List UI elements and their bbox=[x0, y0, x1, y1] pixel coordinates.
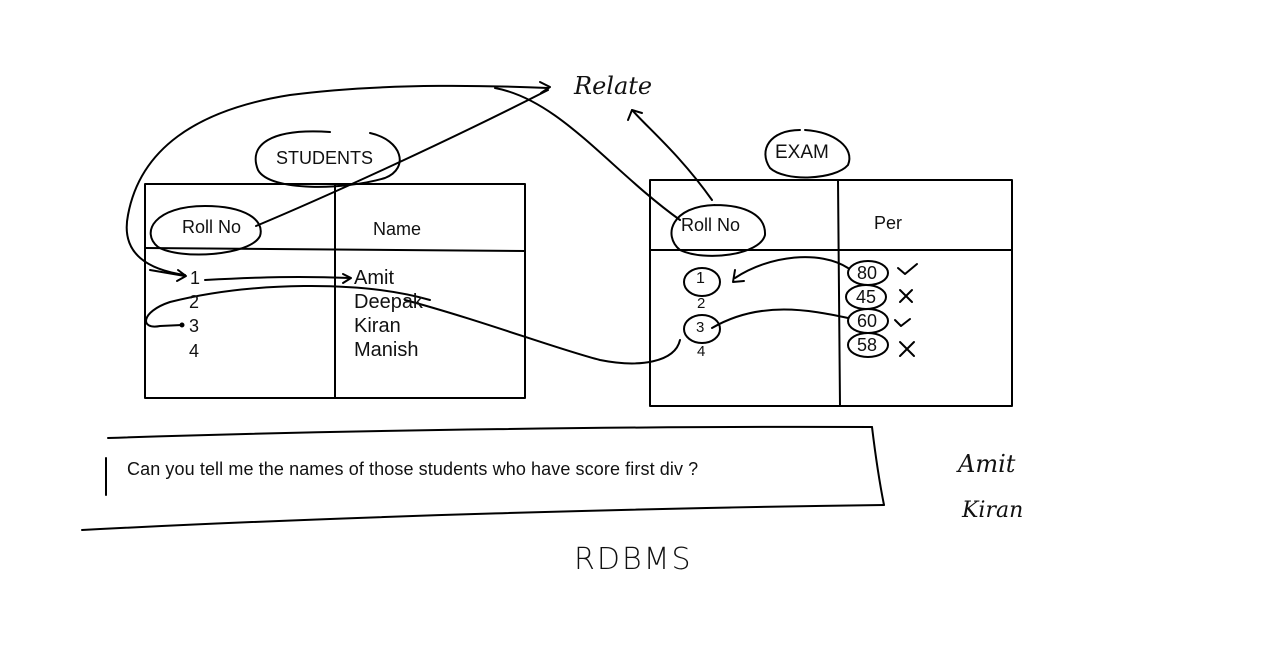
exam-per-3: 60 bbox=[857, 311, 878, 331]
exam-title: EXAM bbox=[775, 142, 829, 163]
exam-table-border bbox=[649, 179, 1013, 407]
students-title: STUDENTS bbox=[276, 148, 374, 168]
question-top-line bbox=[107, 425, 873, 439]
students-roll-2: 2 bbox=[189, 292, 200, 312]
exam-per-4: 58 bbox=[857, 335, 878, 355]
roll3-to-per60-curve bbox=[711, 308, 849, 329]
exam-roll-1: 1 bbox=[696, 270, 705, 287]
exam-header-per: Per bbox=[874, 213, 903, 233]
question-right-edge bbox=[871, 426, 885, 506]
deepak-to-exam-curve bbox=[404, 299, 681, 365]
exam-per-2: 45 bbox=[856, 287, 877, 307]
roll1-to-amit-line bbox=[204, 275, 351, 281]
student-name-1: Amit bbox=[354, 267, 394, 289]
exam-header-rollno: Roll No bbox=[681, 215, 741, 235]
relate-label: Relate bbox=[574, 72, 653, 100]
exam-mark-4: ✗ bbox=[1040, 0, 1041, 1]
exam-roll-2: 2 bbox=[697, 295, 706, 312]
roll3-dot bbox=[179, 322, 185, 328]
exam-column-divider bbox=[837, 179, 841, 407]
check-mark-60 bbox=[894, 318, 911, 327]
students-roll-1: 1 bbox=[190, 268, 201, 288]
students-roll-3: 3 bbox=[189, 316, 200, 336]
per80-to-roll1-arrow bbox=[734, 256, 849, 279]
relate-link-big-arc bbox=[125, 84, 549, 276]
exam-per-1: 80 bbox=[857, 263, 878, 283]
rdbms-footer: RDBMS bbox=[574, 542, 693, 577]
relate-up-arrow bbox=[631, 109, 713, 201]
relate-link-to-exam bbox=[494, 87, 681, 221]
answer-1: Amit bbox=[958, 450, 1016, 478]
student-name-2: Deepak bbox=[354, 291, 423, 313]
question-bottom-line bbox=[81, 504, 885, 531]
cross-mark-58 bbox=[899, 341, 915, 357]
student-name-4: Manish bbox=[354, 339, 419, 361]
students-header-name: Name bbox=[373, 219, 422, 239]
cross-mark-45 bbox=[899, 289, 913, 303]
student-name-3: Kiran bbox=[354, 315, 401, 337]
answer-2: Kiran bbox=[962, 498, 1024, 523]
exam-roll-3: 3 bbox=[696, 319, 705, 336]
exam-roll-4: 4 bbox=[697, 343, 706, 360]
question-text: Can you tell me the names of those stude… bbox=[127, 459, 699, 479]
check-mark-80 bbox=[897, 263, 918, 275]
students-roll-4: 4 bbox=[189, 341, 200, 361]
students-header-rollno: Roll No bbox=[182, 217, 242, 237]
